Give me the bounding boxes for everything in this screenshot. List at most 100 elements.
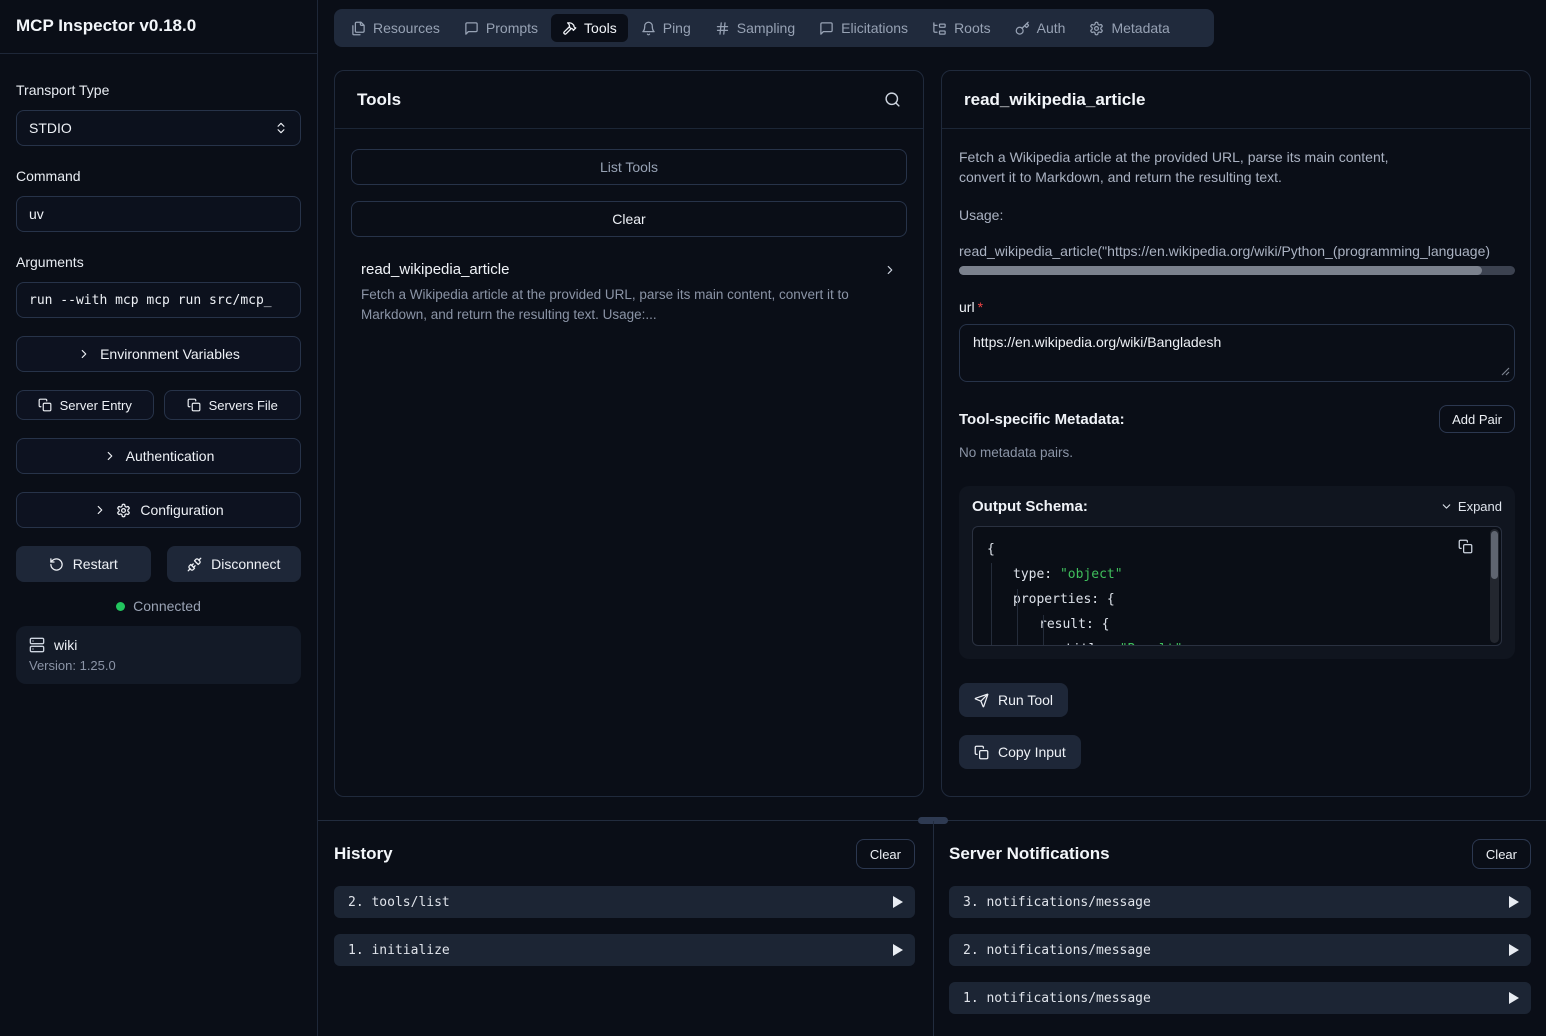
connection-status: Connected [16,598,301,614]
list-tools-button[interactable]: List Tools [351,149,907,185]
folder-tree-icon [932,21,947,36]
tool-description: Fetch a Wikipedia article at the provide… [361,285,897,325]
usage-code: read_wikipedia_article("https://en.wikip… [959,243,1515,259]
metadata-label: Tool-specific Metadata: [959,411,1125,428]
send-icon [974,693,989,708]
message-square-icon [464,21,479,36]
gear-icon [1089,21,1104,36]
files-icon [351,21,366,36]
server-notifications-panel: Server Notifications Clear 3. notificati… [949,838,1531,1014]
configuration-button[interactable]: Configuration [16,492,301,528]
tab-resources[interactable]: Resources [340,14,451,42]
play-icon [1509,896,1519,908]
transport-type-value: STDIO [29,120,72,136]
notification-item[interactable]: 1. notifications/message [949,982,1531,1014]
transport-type-select[interactable]: STDIO [16,110,301,146]
tab-tools[interactable]: Tools [551,14,628,42]
unplug-icon [187,557,202,572]
disconnect-button[interactable]: Disconnect [167,546,302,582]
chevron-right-icon [103,449,117,463]
tool-list-item[interactable]: read_wikipedia_article Fetch a Wikipedia… [351,259,907,327]
scrollbar-thumb[interactable] [959,266,1482,275]
tab-prompts[interactable]: Prompts [453,14,549,42]
status-label: Connected [133,598,201,614]
hammer-icon [562,21,577,36]
history-item[interactable]: 1. initialize [334,934,915,966]
expand-schema-button[interactable]: Expand [1440,499,1502,514]
tab-label: Prompts [486,20,538,36]
output-schema-label: Output Schema: [972,498,1088,515]
horizontal-scrollbar[interactable] [959,266,1515,275]
play-icon [893,944,903,956]
tools-panel: Tools List Tools Clear read_wikipedia_ar… [334,70,924,797]
history-item[interactable]: 2. tools/list [334,886,915,918]
copy-input-label: Copy Input [998,744,1066,760]
disconnect-label: Disconnect [211,556,280,572]
copy-icon [38,398,52,412]
restart-label: Restart [73,556,118,572]
run-tool-button[interactable]: Run Tool [959,683,1068,717]
copy-icon [974,745,989,760]
notification-item[interactable]: 3. notifications/message [949,886,1531,918]
tab-label: Elicitations [841,20,908,36]
tab-label: Ping [663,20,691,36]
play-icon [1509,944,1519,956]
vertical-scrollbar[interactable] [1490,529,1499,643]
chevrons-up-down-icon [274,121,288,135]
tab-label: Sampling [737,20,795,36]
search-icon[interactable] [884,91,901,108]
tab-label: Resources [373,20,440,36]
code-line: { [987,537,1487,562]
tab-metadata[interactable]: Metadata [1078,14,1180,42]
clear-history-button[interactable]: Clear [856,839,915,869]
tab-label: Tools [584,20,617,36]
scrollbar-thumb[interactable] [1491,531,1498,579]
tool-name: read_wikipedia_article [361,261,509,278]
notification-item-label: 2. notifications/message [963,943,1151,958]
tab-sampling[interactable]: Sampling [704,14,806,42]
status-dot-icon [116,602,125,611]
message-square-icon [819,21,834,36]
authentication-button[interactable]: Authentication [16,438,301,474]
url-input[interactable]: https://en.wikipedia.org/wiki/Bangladesh [959,324,1515,382]
tab-roots[interactable]: Roots [921,14,1002,42]
server-entry-label: Server Entry [60,398,132,413]
notification-item-label: 1. notifications/message [963,991,1151,1006]
bell-icon [641,21,656,36]
chevron-right-icon [93,503,107,517]
configuration-label: Configuration [140,502,223,518]
environment-variables-label: Environment Variables [100,346,240,362]
notification-item[interactable]: 2. notifications/message [949,934,1531,966]
arguments-input[interactable] [29,293,288,308]
tab-auth[interactable]: Auth [1004,14,1077,42]
indent-guide [991,563,992,645]
gear-icon [116,503,131,518]
tab-label: Metadata [1111,20,1169,36]
schema-code-block: { type: "object" properties: { result: {… [972,526,1502,646]
required-asterisk: * [978,299,983,315]
server-entry-button[interactable]: Server Entry [16,390,154,420]
tool-detail-title: read_wikipedia_article [964,90,1145,110]
server-name: wiki [54,637,77,653]
tab-elicitations[interactable]: Elicitations [808,14,919,42]
copy-input-button[interactable]: Copy Input [959,735,1081,769]
server-version: Version: 1.25.0 [29,658,288,673]
chevron-right-icon [883,263,897,277]
copy-schema-icon[interactable] [1458,539,1473,554]
sidebar: MCP Inspector v0.18.0 Transport Type STD… [0,0,318,1036]
server-icon [29,637,45,653]
servers-file-button[interactable]: Servers File [164,390,302,420]
chevron-down-icon [1440,500,1453,513]
restart-icon [49,557,64,572]
environment-variables-button[interactable]: Environment Variables [16,336,301,372]
expand-label: Expand [1458,499,1502,514]
key-icon [1015,21,1030,36]
transport-type-label: Transport Type [16,82,301,98]
restart-button[interactable]: Restart [16,546,151,582]
tab-ping[interactable]: Ping [630,14,702,42]
add-pair-button[interactable]: Add Pair [1439,405,1515,433]
clear-notifications-button[interactable]: Clear [1472,839,1531,869]
play-icon [893,896,903,908]
command-input[interactable] [29,206,288,222]
clear-tools-button[interactable]: Clear [351,201,907,237]
